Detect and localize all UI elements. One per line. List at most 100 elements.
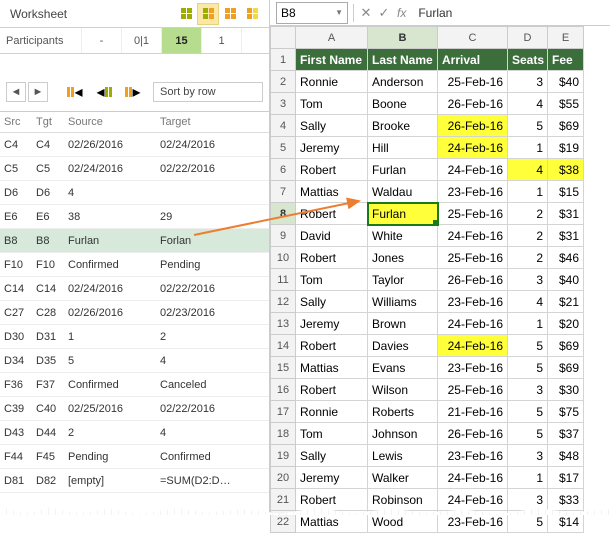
cell[interactable]: $69 bbox=[548, 115, 584, 137]
cell[interactable]: Robinson bbox=[368, 489, 438, 511]
cell[interactable]: Waldau bbox=[368, 181, 438, 203]
row-header[interactable]: 19 bbox=[270, 445, 296, 467]
compare-row[interactable]: D43D4424 bbox=[0, 421, 269, 445]
cell[interactable]: Anderson bbox=[368, 71, 438, 93]
cell[interactable]: $69 bbox=[548, 357, 584, 379]
compare-row[interactable]: D30D3112 bbox=[0, 325, 269, 349]
view-mode-2[interactable] bbox=[197, 3, 219, 25]
cell[interactable]: 25-Feb-16 bbox=[438, 247, 508, 269]
cell[interactable]: Hill bbox=[368, 137, 438, 159]
cell[interactable]: Jeremy bbox=[296, 137, 368, 159]
col-header-e[interactable]: E bbox=[548, 26, 584, 49]
row-header[interactable]: 16 bbox=[270, 379, 296, 401]
formula-bar-value[interactable]: Furlan bbox=[410, 6, 452, 20]
cell[interactable]: Davies bbox=[368, 335, 438, 357]
cell[interactable]: 23-Feb-16 bbox=[438, 445, 508, 467]
cell[interactable]: 23-Feb-16 bbox=[438, 291, 508, 313]
compare-row[interactable]: D6D64 bbox=[0, 181, 269, 205]
row-header[interactable]: 8 bbox=[270, 203, 296, 225]
cell[interactable]: 5 bbox=[508, 335, 548, 357]
cell[interactable]: 24-Feb-16 bbox=[438, 489, 508, 511]
jump-next[interactable]: ▸ bbox=[120, 79, 146, 105]
cell[interactable]: 3 bbox=[508, 269, 548, 291]
cell[interactable]: 3 bbox=[508, 379, 548, 401]
cell[interactable]: 25-Feb-16 bbox=[438, 379, 508, 401]
row-header[interactable]: 6 bbox=[270, 159, 296, 181]
cell[interactable]: Tom bbox=[296, 269, 368, 291]
row-header[interactable]: 7 bbox=[270, 181, 296, 203]
cell[interactable]: $31 bbox=[548, 203, 584, 225]
cell[interactable]: Robert bbox=[296, 247, 368, 269]
cell[interactable]: Johnson bbox=[368, 423, 438, 445]
cell[interactable]: 26-Feb-16 bbox=[438, 423, 508, 445]
prev-button[interactable]: ◄ bbox=[6, 82, 26, 102]
cell[interactable]: 26-Feb-16 bbox=[438, 115, 508, 137]
col-header-d[interactable]: D bbox=[508, 26, 548, 49]
row-header[interactable]: 11 bbox=[270, 269, 296, 291]
cell[interactable]: $48 bbox=[548, 445, 584, 467]
cell[interactable]: 1 bbox=[508, 137, 548, 159]
view-mode-3[interactable] bbox=[219, 3, 241, 25]
cell[interactable]: Robert bbox=[296, 335, 368, 357]
cell[interactable]: Mattias bbox=[296, 181, 368, 203]
cell[interactable]: Roberts bbox=[368, 401, 438, 423]
compare-row[interactable]: D81D82[empty]=SUM(D2:D… bbox=[0, 469, 269, 493]
header-cell[interactable]: First Name bbox=[296, 49, 368, 71]
compare-row[interactable]: B8B8FurlanForlan bbox=[0, 229, 269, 253]
cell[interactable]: Wilson bbox=[368, 379, 438, 401]
cell[interactable]: 1 bbox=[508, 467, 548, 489]
cancel-formula-icon[interactable]: ✕ bbox=[357, 5, 375, 21]
cell[interactable]: 5 bbox=[508, 357, 548, 379]
view-mode-4[interactable] bbox=[241, 3, 263, 25]
cell[interactable]: 24-Feb-16 bbox=[438, 313, 508, 335]
cell[interactable]: $40 bbox=[548, 71, 584, 93]
jump-prev[interactable]: ◂ bbox=[91, 79, 117, 105]
compare-row[interactable]: C14C1402/24/201602/22/2016 bbox=[0, 277, 269, 301]
cell[interactable]: 23-Feb-16 bbox=[438, 181, 508, 203]
name-box-dropdown-icon[interactable]: ▼ bbox=[335, 8, 343, 17]
cell[interactable]: 24-Feb-16 bbox=[438, 137, 508, 159]
cell[interactable]: Taylor bbox=[368, 269, 438, 291]
col-header-b[interactable]: B bbox=[368, 26, 438, 49]
cell[interactable]: Mattias bbox=[296, 357, 368, 379]
view-mode-1[interactable] bbox=[175, 3, 197, 25]
cell[interactable]: Robert bbox=[296, 489, 368, 511]
row-header[interactable]: 3 bbox=[270, 93, 296, 115]
cell[interactable]: 4 bbox=[508, 159, 548, 181]
compare-row[interactable]: F10F10ConfirmedPending bbox=[0, 253, 269, 277]
cell[interactable]: $30 bbox=[548, 379, 584, 401]
cell[interactable]: Walker bbox=[368, 467, 438, 489]
cell[interactable]: Ronnie bbox=[296, 71, 368, 93]
col-header-c[interactable]: C bbox=[438, 26, 508, 49]
cell[interactable]: $20 bbox=[548, 313, 584, 335]
cell[interactable]: $15 bbox=[548, 181, 584, 203]
cell[interactable]: $17 bbox=[548, 467, 584, 489]
row-header[interactable]: 20 bbox=[270, 467, 296, 489]
compare-row[interactable]: C4C402/26/201602/24/2016 bbox=[0, 133, 269, 157]
cell[interactable]: Robert bbox=[296, 203, 368, 225]
cell[interactable]: Robert bbox=[296, 379, 368, 401]
row-header[interactable]: 17 bbox=[270, 401, 296, 423]
cell[interactable]: 26-Feb-16 bbox=[438, 93, 508, 115]
next-button[interactable]: ► bbox=[28, 82, 48, 102]
row-header[interactable]: 4 bbox=[270, 115, 296, 137]
row-header[interactable]: 18 bbox=[270, 423, 296, 445]
compare-row[interactable]: C39C4002/25/201602/22/2016 bbox=[0, 397, 269, 421]
cell[interactable]: Ronnie bbox=[296, 401, 368, 423]
compare-row[interactable]: C5C502/24/201602/22/2016 bbox=[0, 157, 269, 181]
cell[interactable]: Jeremy bbox=[296, 467, 368, 489]
accept-formula-icon[interactable]: ✓ bbox=[375, 5, 393, 21]
cell[interactable]: 1 bbox=[508, 313, 548, 335]
row-header[interactable]: 2 bbox=[270, 71, 296, 93]
cell[interactable]: Evans bbox=[368, 357, 438, 379]
cell[interactable]: Tom bbox=[296, 423, 368, 445]
row-header[interactable]: 21 bbox=[270, 489, 296, 511]
cell[interactable]: Brooke bbox=[368, 115, 438, 137]
cell[interactable]: $40 bbox=[548, 269, 584, 291]
cell[interactable]: $75 bbox=[548, 401, 584, 423]
compare-row[interactable]: C27C2802/26/201602/23/2016 bbox=[0, 301, 269, 325]
cell[interactable]: 23-Feb-16 bbox=[438, 357, 508, 379]
cell[interactable]: $55 bbox=[548, 93, 584, 115]
sort-by-row[interactable]: Sort by row bbox=[153, 82, 263, 102]
header-cell[interactable]: Last Name bbox=[368, 49, 438, 71]
